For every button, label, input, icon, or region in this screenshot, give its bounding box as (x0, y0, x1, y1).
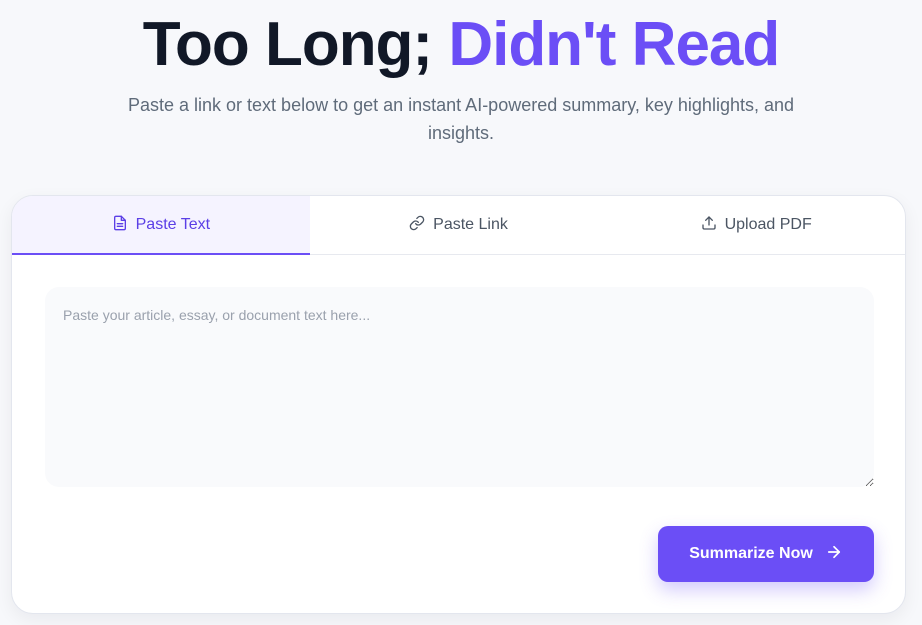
tab-paste-text[interactable]: Paste Text (12, 196, 310, 255)
hero-subtitle: Paste a link or text below to get an ins… (127, 95, 795, 143)
page: Too Long; Didn't Read Paste a link or te… (0, 0, 922, 625)
link-icon (409, 215, 425, 236)
summarize-button-label: Summarize Now (689, 545, 813, 562)
summarize-button[interactable]: Summarize Now (658, 526, 874, 582)
article-text-input[interactable] (45, 287, 874, 487)
hero-title: Too Long; Didn't Read (0, 8, 922, 82)
tab-paste-link-label: Paste Link (433, 216, 508, 233)
hero-title-main: Too Long; (142, 10, 433, 79)
tab-upload-pdf[interactable]: Upload PDF (607, 196, 905, 254)
summarizer-card: Paste Text Paste Link Upload PDF Paste y… (11, 195, 906, 614)
tab-paste-link[interactable]: Paste Link (310, 196, 608, 254)
input-mode-tabs: Paste Text Paste Link Upload PDF (12, 196, 905, 255)
upload-icon (701, 215, 717, 236)
tab-paste-text-label: Paste Text (135, 216, 211, 233)
arrow-right-icon (825, 543, 843, 566)
document-icon (112, 215, 128, 236)
text-input-container (45, 287, 874, 487)
hero-title-accent: Didn't Read (448, 10, 780, 79)
tab-upload-pdf-label: Upload PDF (724, 216, 812, 233)
